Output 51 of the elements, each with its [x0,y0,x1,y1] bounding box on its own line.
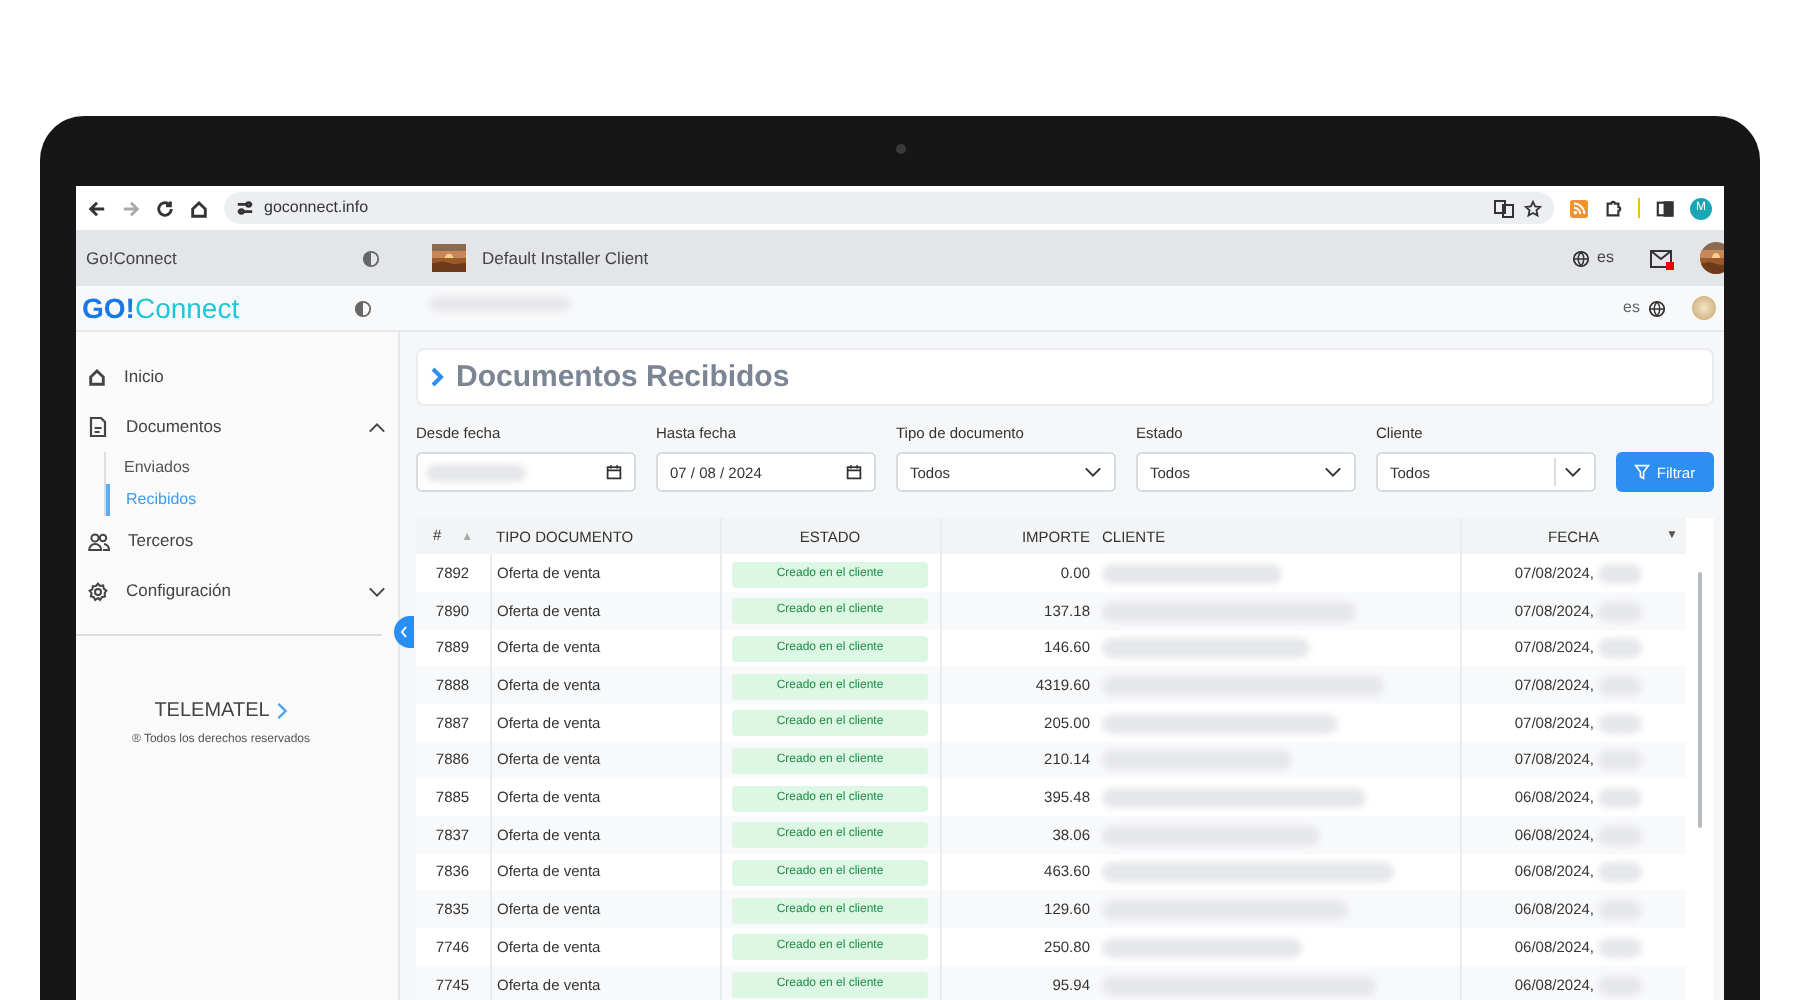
contrast-toggle-icon[interactable] [354,299,372,317]
home-icon[interactable] [190,199,208,217]
calendar-icon[interactable] [846,464,862,481]
sidebar-item[interactable]: Terceros [76,516,398,566]
globe-icon[interactable] [1571,249,1590,267]
app-logo[interactable]: GO!Connect [82,287,240,329]
url-text: goconnect.info [264,196,371,220]
client-name: Default Installer Client [482,245,649,271]
redacted-blur [1598,638,1642,659]
redacted-blur [1598,563,1642,584]
collapse-sidebar-button[interactable] [394,616,414,648]
redacted-blur [1598,788,1642,809]
chevron-left-icon [400,626,408,638]
dropdown-caret-icon[interactable] [1324,466,1342,479]
brand-name: TELEMATEL [154,698,270,726]
back-icon[interactable] [88,199,106,217]
dropdown-caret-icon[interactable] [1084,466,1102,479]
chevron-right-icon[interactable] [275,702,288,720]
language-selector[interactable]: es [1597,246,1614,270]
collapse-chevron-icon[interactable] [368,421,386,433]
site-settings-icon[interactable] [236,200,254,216]
sidebar-item[interactable]: Configuración [76,566,398,616]
redacted-blur [1598,713,1642,734]
address-bar[interactable]: goconnect.info [224,192,1554,224]
app-name: Go!Connect [86,245,177,271]
date-field[interactable] [416,452,636,493]
document-icon[interactable] [88,416,108,438]
page-title: Documentos Recibidos [456,359,790,395]
reload-icon[interactable] [156,199,174,217]
extensions-puzzle-icon[interactable] [1604,199,1622,217]
expand-chevron-icon[interactable] [368,585,386,597]
dropdown-caret-icon[interactable] [1564,466,1582,479]
sidebar-item[interactable]: Inicio [76,352,398,402]
bookmark-star-icon[interactable] [1524,199,1542,217]
filter-icon [1634,464,1651,481]
sidebar-panel-icon[interactable] [1656,199,1674,217]
chevron-right-icon [430,366,444,388]
globe-icon[interactable] [1648,299,1666,317]
redacted-blur [1598,862,1642,883]
scrollbar-thumb[interactable] [1698,572,1702,829]
gear-icon[interactable] [88,581,108,601]
contrast-toggle-icon[interactable] [362,249,380,267]
calendar-icon[interactable] [606,464,622,481]
language-selector[interactable]: es [1623,296,1640,320]
redacted-blur [1598,937,1642,958]
translate-icon[interactable] [1494,199,1514,217]
people-icon[interactable] [88,531,110,551]
home-icon[interactable] [88,368,106,386]
submenu-item[interactable]: Enviados [104,452,190,484]
sidebar-item[interactable]: Documentos [76,402,398,452]
camera-dot [895,144,905,154]
